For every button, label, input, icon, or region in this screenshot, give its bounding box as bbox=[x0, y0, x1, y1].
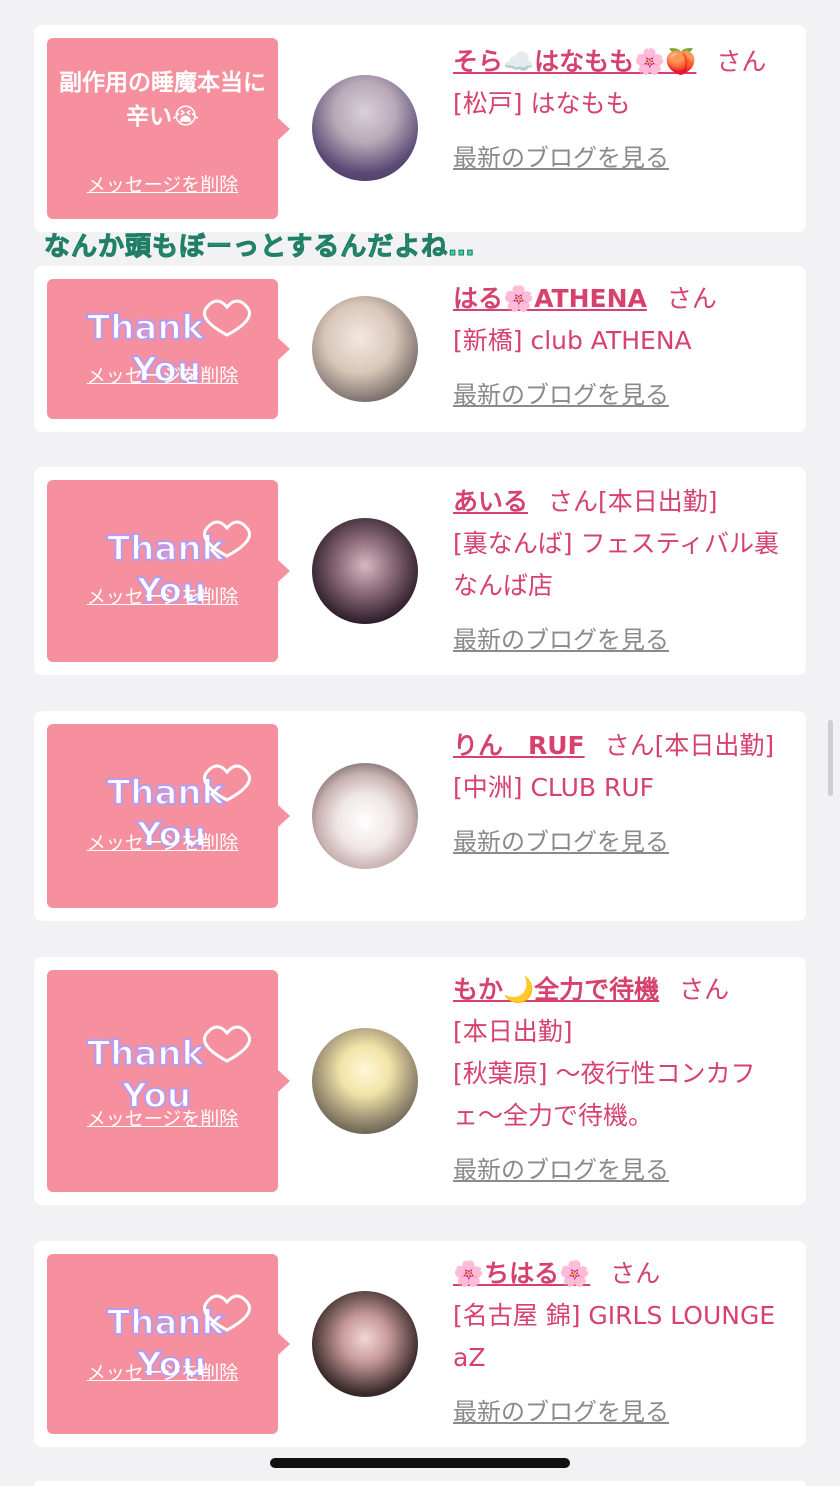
sticker-text: Thank bbox=[87, 1034, 206, 1074]
delete-message-link[interactable]: メッセージを削除 bbox=[47, 1104, 278, 1131]
avatar[interactable] bbox=[312, 75, 418, 181]
work-status: [本日出勤] bbox=[453, 1017, 573, 1046]
cast-name-link[interactable]: 🌸ちはる🌸 bbox=[453, 1259, 590, 1288]
avatar[interactable] bbox=[312, 518, 418, 624]
scrollbar-thumb[interactable] bbox=[828, 720, 833, 796]
card-info: 🌸ちはる🌸 さん [名古屋 錦] GIRLS LOUNGE aZ 最新のブログを見… bbox=[453, 1253, 786, 1433]
cast-name-link[interactable]: あいる bbox=[453, 487, 528, 516]
location-shop: [裏なんば] フェスティバル裏なんば店 bbox=[453, 529, 779, 600]
cast-name-link[interactable]: そら☁️はなもも🌸🍑 bbox=[453, 47, 696, 76]
message-bubble: Thank You メッセージを削除 bbox=[47, 970, 290, 1192]
cast-name-link[interactable]: もか🌙全力で待機 bbox=[453, 975, 659, 1004]
sticker-text: Thank bbox=[107, 1303, 226, 1343]
message-card: Thank You メッセージを削除 🌸ちはる🌸 さん [名古屋 錦] GIRLS… bbox=[34, 1241, 806, 1447]
honorific: さん bbox=[666, 284, 717, 313]
delete-message-link[interactable]: メッセージを削除 bbox=[47, 828, 278, 855]
avatar[interactable] bbox=[312, 1028, 418, 1134]
cast-name-link[interactable]: りん RUF bbox=[453, 731, 585, 760]
home-indicator[interactable] bbox=[270, 1458, 570, 1468]
latest-blog-link[interactable]: 最新のブログを見る bbox=[453, 137, 669, 179]
card-info: そら☁️はなもも🌸🍑 さん [松戸] はなもも 最新のブログを見る bbox=[453, 41, 786, 179]
delete-message-link[interactable]: メッセージを削除 bbox=[47, 170, 278, 197]
message-bubble: 副作用の睡魔本当に辛い😭 メッセージを削除 bbox=[47, 38, 290, 219]
card-info: あいる さん[本日出勤] [裏なんば] フェスティバル裏なんば店 最新のブログを見… bbox=[453, 481, 786, 661]
message-card: Thank You メッセージを削除 もか🌙全力で待機 さん [本日出勤] [秋葉… bbox=[34, 957, 806, 1205]
honorific: さん bbox=[610, 1259, 661, 1288]
latest-blog-link[interactable]: 最新のブログを見る bbox=[453, 1391, 669, 1433]
latest-blog-link[interactable]: 最新のブログを見る bbox=[453, 1149, 669, 1191]
honorific: さん bbox=[679, 975, 730, 1004]
delete-message-link[interactable]: メッセージを削除 bbox=[47, 582, 278, 609]
avatar[interactable] bbox=[312, 296, 418, 402]
latest-blog-link[interactable]: 最新のブログを見る bbox=[453, 374, 669, 416]
message-card: Thank You メッセージを削除 あいる さん[本日出勤] [裏なんば] フェ… bbox=[34, 467, 806, 675]
message-text: 副作用の睡魔本当に辛い😭 bbox=[59, 70, 266, 130]
heart-icon bbox=[203, 1025, 251, 1063]
heart-icon bbox=[203, 299, 251, 337]
honorific: さん bbox=[548, 487, 599, 516]
sticker-text: Thank bbox=[107, 773, 226, 813]
card-info: はる🌸ATHENA さん [新橋] club ATHENA 最新のブログを見る bbox=[453, 278, 786, 416]
avatar[interactable] bbox=[312, 763, 418, 869]
delete-message-link[interactable]: メッセージを削除 bbox=[47, 1358, 278, 1385]
honorific: さん bbox=[604, 731, 655, 760]
message-bubble: Thank You メッセージを削除 bbox=[47, 724, 290, 908]
message-card: 副作用の睡魔本当に辛い😭 メッセージを削除 そら☁️はなもも🌸🍑 さん [松戸] … bbox=[34, 25, 806, 232]
card-info: もか🌙全力で待機 さん [本日出勤] [秋葉原] 〜夜行性コンカフェ〜全力で待機。… bbox=[453, 969, 786, 1191]
message-card-partial bbox=[34, 1481, 806, 1486]
card-info: りん RUF さん[本日出勤] [中洲] CLUB RUF 最新のブログを見る bbox=[453, 725, 786, 863]
message-bubble: Thank You メッセージを削除 bbox=[47, 480, 290, 662]
location-shop: [新橋] club ATHENA bbox=[453, 326, 692, 355]
work-status: [本日出勤] bbox=[598, 487, 718, 516]
latest-blog-link[interactable]: 最新のブログを見る bbox=[453, 619, 669, 661]
cast-name-link[interactable]: はる🌸ATHENA bbox=[453, 284, 647, 313]
overlay-caption: なんか頭もぼーっとするんだよね… bbox=[43, 232, 476, 263]
avatar[interactable] bbox=[312, 1291, 418, 1397]
latest-blog-link[interactable]: 最新のブログを見る bbox=[453, 821, 669, 863]
work-status: [本日出勤] bbox=[654, 731, 775, 760]
message-card: Thank You メッセージを削除 りん RUF さん[本日出勤] [中洲] C… bbox=[34, 711, 806, 921]
honorific: さん bbox=[716, 47, 767, 76]
message-bubble: Thank You メッセージを削除 bbox=[47, 1254, 290, 1434]
message-card: Thank You メッセージを削除 はる🌸ATHENA さん [新橋] club… bbox=[34, 266, 806, 432]
message-bubble: Thank You メッセージを削除 bbox=[47, 279, 290, 419]
location-shop: [松戸] はなもも bbox=[453, 89, 631, 118]
location-shop: [秋葉原] 〜夜行性コンカフェ〜全力で待機。 bbox=[453, 1059, 756, 1130]
delete-message-link[interactable]: メッセージを削除 bbox=[47, 361, 278, 388]
sticker-text: Thank bbox=[107, 529, 226, 569]
location-shop: [中洲] CLUB RUF bbox=[453, 773, 655, 802]
sticker-text: Thank bbox=[87, 308, 206, 348]
location-shop: [名古屋 錦] GIRLS LOUNGE aZ bbox=[453, 1301, 776, 1372]
